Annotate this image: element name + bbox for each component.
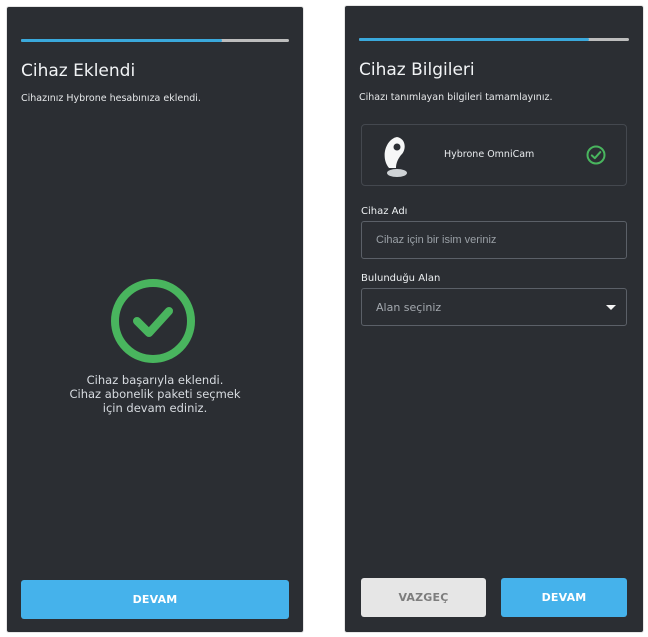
success-message-line-2: Cihaz abonelik paketi seçmek	[69, 387, 241, 401]
continue-button[interactable]: DEVAM	[501, 578, 627, 617]
device-name-input[interactable]	[361, 221, 627, 259]
camera-device-icon	[384, 137, 407, 177]
area-select-placeholder: Alan seçiniz	[376, 300, 442, 314]
device-added-screen: Cihaz Eklendi Cihazınız Hybrone hesabını…	[7, 7, 303, 632]
cancel-button[interactable]: VAZGEÇ	[361, 578, 486, 617]
continue-button[interactable]: DEVAM	[21, 580, 289, 619]
progress-bar	[21, 39, 289, 42]
device-card: Hybrone OmniCam	[361, 124, 627, 186]
device-name-label: Cihaz Adı	[361, 206, 408, 217]
page-subtitle: Cihazı tanımlayan bilgileri tamamlayınız…	[359, 92, 553, 103]
check-circle-icon	[586, 145, 606, 165]
progress-fill	[359, 38, 589, 41]
device-name: Hybrone OmniCam	[444, 149, 535, 160]
success-message-line-3: için devam ediniz.	[102, 401, 208, 415]
success-message-line-1: Cihaz başarıyla eklendi.	[86, 373, 224, 387]
area-select[interactable]: Alan seçiniz	[361, 288, 627, 326]
check-circle-icon	[111, 279, 195, 363]
progress-bar	[359, 38, 629, 41]
page-title: Cihaz Bilgileri	[359, 60, 475, 80]
device-info-screen: Cihaz Bilgileri Cihazı tanımlayan bilgil…	[345, 6, 643, 632]
page-subtitle: Cihazınız Hybrone hesabınıza eklendi.	[21, 93, 201, 104]
progress-fill	[21, 39, 222, 42]
chevron-down-icon	[606, 305, 616, 310]
area-label: Bulunduğu Alan	[361, 273, 441, 284]
page-title: Cihaz Eklendi	[21, 61, 136, 81]
